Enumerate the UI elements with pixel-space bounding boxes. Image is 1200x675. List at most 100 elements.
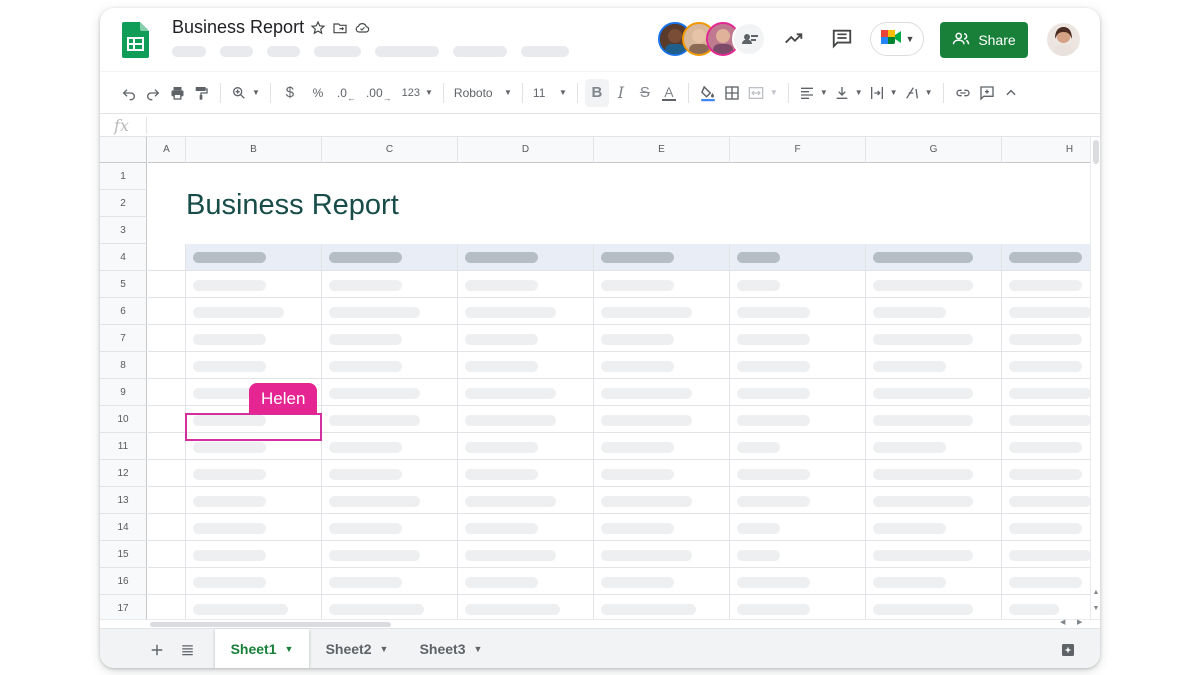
cell-g16[interactable] bbox=[866, 568, 1002, 595]
cell-a6[interactable] bbox=[148, 298, 186, 325]
cell-h16[interactable] bbox=[1002, 568, 1090, 595]
formula-input[interactable] bbox=[152, 114, 1092, 136]
cell-a17[interactable] bbox=[148, 595, 186, 619]
explore-icon[interactable] bbox=[1058, 640, 1078, 660]
increase-decimal-button[interactable]: .00 → bbox=[363, 79, 395, 107]
document-title[interactable]: Business Report bbox=[172, 17, 304, 38]
cell-h9[interactable] bbox=[1002, 379, 1090, 406]
row-header-11[interactable]: 11 bbox=[100, 433, 147, 460]
chevron-down-icon[interactable]: ▼ bbox=[380, 644, 389, 654]
cell-d16[interactable] bbox=[458, 568, 594, 595]
cell-d12[interactable] bbox=[458, 460, 594, 487]
row-header-1[interactable]: 1 bbox=[100, 163, 147, 190]
cell-c9[interactable] bbox=[322, 379, 458, 406]
cell-a8[interactable] bbox=[148, 352, 186, 379]
cell-g9[interactable] bbox=[866, 379, 1002, 406]
cell-d14[interactable] bbox=[458, 514, 594, 541]
user-avatar[interactable] bbox=[1047, 23, 1080, 56]
sheet-tab-2[interactable]: Sheet2 ▼ bbox=[310, 629, 404, 668]
cell-c17[interactable] bbox=[322, 595, 458, 619]
vertical-align-dropdown[interactable]: ▼ bbox=[831, 79, 866, 107]
cell-g7[interactable] bbox=[866, 325, 1002, 352]
cell-g14[interactable] bbox=[866, 514, 1002, 541]
cell-f7[interactable] bbox=[730, 325, 866, 352]
more-collaborators-icon[interactable] bbox=[732, 22, 766, 56]
scroll-down-icon[interactable]: ▼ bbox=[1091, 605, 1100, 612]
cell-f17[interactable] bbox=[730, 595, 866, 619]
cell-h13[interactable] bbox=[1002, 487, 1090, 514]
menu-item-file[interactable] bbox=[172, 46, 206, 57]
cell-f13[interactable] bbox=[730, 487, 866, 514]
scroll-up-icon[interactable]: ▲ bbox=[1091, 589, 1100, 596]
cell-f9[interactable] bbox=[730, 379, 866, 406]
cell-f16[interactable] bbox=[730, 568, 866, 595]
cell-a10[interactable] bbox=[148, 406, 186, 433]
column-header-h[interactable]: H bbox=[1002, 137, 1090, 163]
scroll-right-icon[interactable]: ▶ bbox=[1077, 618, 1082, 626]
cell-d5[interactable] bbox=[458, 271, 594, 298]
cell-e4[interactable] bbox=[594, 244, 730, 271]
row-header-6[interactable]: 6 bbox=[100, 298, 147, 325]
spreadsheet-grid[interactable]: A B C D E F G H 1 2 3 4 5 6 7 8 9 10 11 12 13 14 15 16 17 Busine… bbox=[100, 137, 1090, 619]
cell-h7[interactable] bbox=[1002, 325, 1090, 352]
cell-h11[interactable] bbox=[1002, 433, 1090, 460]
vertical-scroll-thumb[interactable] bbox=[1093, 140, 1099, 164]
cell-b5[interactable] bbox=[186, 271, 322, 298]
add-sheet-icon[interactable] bbox=[146, 639, 168, 661]
cell-a9[interactable] bbox=[148, 379, 186, 406]
cell-a11[interactable] bbox=[148, 433, 186, 460]
cell-a16[interactable] bbox=[148, 568, 186, 595]
cell-c13[interactable] bbox=[322, 487, 458, 514]
cell-d17[interactable] bbox=[458, 595, 594, 619]
cell-d13[interactable] bbox=[458, 487, 594, 514]
row-header-15[interactable]: 15 bbox=[100, 541, 147, 568]
cell-b16[interactable] bbox=[186, 568, 322, 595]
cell-d4[interactable] bbox=[458, 244, 594, 271]
merge-cells-dropdown[interactable]: ▼ bbox=[744, 79, 781, 107]
cell-h4[interactable] bbox=[1002, 244, 1090, 271]
row-header-13[interactable]: 13 bbox=[100, 487, 147, 514]
row-header-12[interactable]: 12 bbox=[100, 460, 147, 487]
cell-h6[interactable] bbox=[1002, 298, 1090, 325]
report-title[interactable]: Business Report bbox=[186, 189, 399, 222]
share-button[interactable]: Share bbox=[940, 22, 1028, 58]
cell-b14[interactable] bbox=[186, 514, 322, 541]
cell-c12[interactable] bbox=[322, 460, 458, 487]
row-header-9[interactable]: 9 bbox=[100, 379, 147, 406]
cell-g10[interactable] bbox=[866, 406, 1002, 433]
cell-g12[interactable] bbox=[866, 460, 1002, 487]
font-size-dropdown[interactable]: 11 ▼ bbox=[530, 79, 570, 107]
cell-d8[interactable] bbox=[458, 352, 594, 379]
menu-item-edit[interactable] bbox=[220, 46, 253, 57]
column-header-a[interactable]: A bbox=[148, 137, 186, 163]
cell-c4[interactable] bbox=[322, 244, 458, 271]
sheets-logo-icon[interactable] bbox=[122, 22, 149, 58]
cell-b12[interactable] bbox=[186, 460, 322, 487]
font-family-dropdown[interactable]: Roboto ▼ bbox=[451, 79, 515, 107]
cell-c7[interactable] bbox=[322, 325, 458, 352]
cell-e13[interactable] bbox=[594, 487, 730, 514]
cell-e16[interactable] bbox=[594, 568, 730, 595]
move-folder-icon[interactable] bbox=[331, 19, 349, 37]
cell-e17[interactable] bbox=[594, 595, 730, 619]
row-header-16[interactable]: 16 bbox=[100, 568, 147, 595]
cell-e6[interactable] bbox=[594, 298, 730, 325]
cloud-saved-icon[interactable] bbox=[353, 19, 371, 37]
cell-h14[interactable] bbox=[1002, 514, 1090, 541]
cell-a12[interactable] bbox=[148, 460, 186, 487]
cell-f6[interactable] bbox=[730, 298, 866, 325]
cell-g11[interactable] bbox=[866, 433, 1002, 460]
chevron-down-icon[interactable]: ▼ bbox=[285, 644, 294, 654]
horizontal-align-dropdown[interactable]: ▼ bbox=[796, 79, 831, 107]
comments-icon[interactable] bbox=[828, 24, 856, 52]
cell-e9[interactable] bbox=[594, 379, 730, 406]
cell-g4[interactable] bbox=[866, 244, 1002, 271]
fill-color-icon[interactable] bbox=[696, 79, 720, 107]
cell-f8[interactable] bbox=[730, 352, 866, 379]
decrease-decimal-button[interactable]: .0 ← bbox=[334, 79, 359, 107]
cell-e11[interactable] bbox=[594, 433, 730, 460]
cell-b13[interactable] bbox=[186, 487, 322, 514]
horizontal-scroll-thumb[interactable] bbox=[150, 622, 391, 627]
all-sheets-icon[interactable] bbox=[176, 639, 198, 661]
chevron-down-icon[interactable]: ▼ bbox=[474, 644, 483, 654]
